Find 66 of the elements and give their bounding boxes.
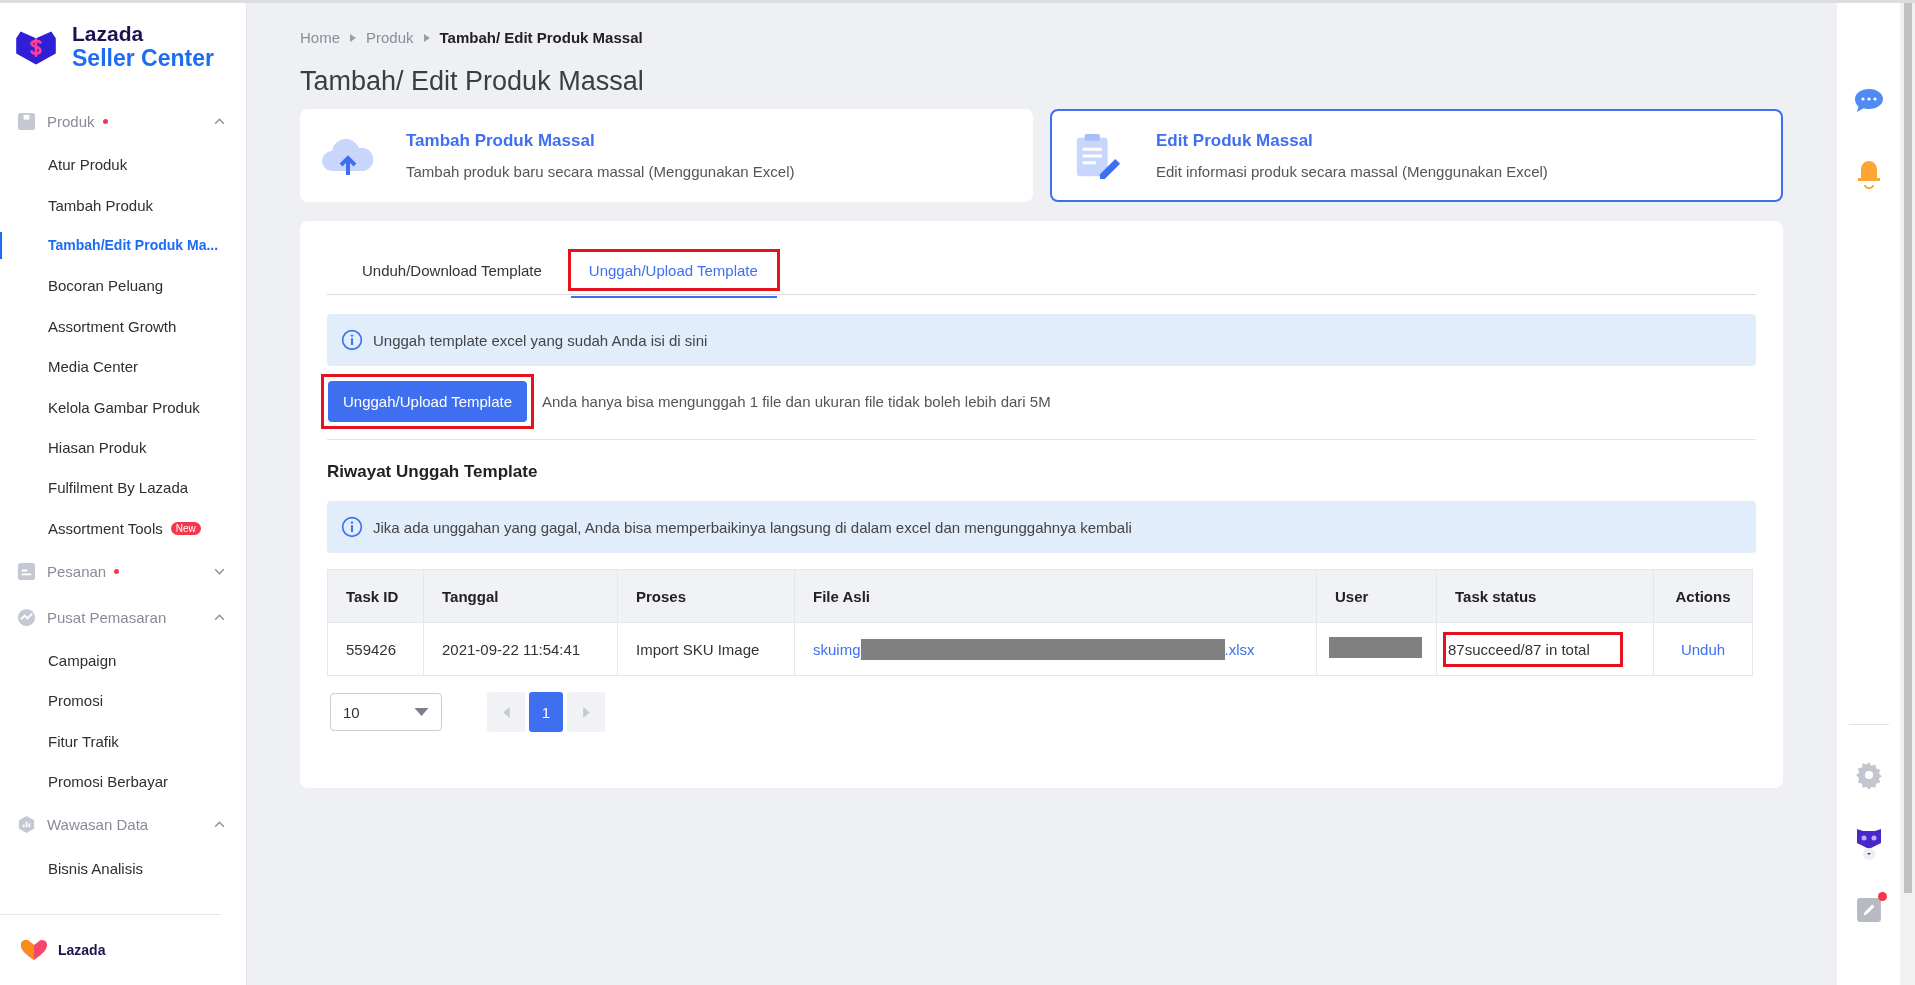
left-arrow-icon [502, 706, 510, 718]
nav-item[interactable]: Tambah Produk [0, 184, 246, 226]
option-card[interactable]: Edit Produk Massal Edit informasi produk secara massal (Menggunakan Excel) [1050, 109, 1783, 202]
section-title: Riwayat Unggah Template [327, 462, 539, 482]
column-header: Task status [1436, 569, 1654, 623]
table-cell: 2021-09-22 11:54:41 [423, 622, 618, 676]
file-link[interactable]: .xlsx [1224, 640, 1255, 658]
card-description: Tambah produk baru secara massal (Menggunakan Excel) [406, 163, 795, 180]
caret-icon [350, 33, 356, 42]
upload-hint: Anda hanya bisa mengunggah 1 file dan ukuran file tidak boleh lebih dari 5M [542, 393, 1051, 410]
nav-group[interactable]: Wawasan Data [0, 801, 246, 848]
column-header: User [1316, 569, 1437, 623]
page-button[interactable]: 1 [529, 692, 563, 732]
page-title: Tambah/ Edit Produk Massal [300, 66, 645, 97]
nav-item[interactable]: Tambah/Edit Produk Ma... [0, 225, 246, 266]
info-icon [341, 329, 363, 351]
nav-item[interactable]: Bisnis Analisis [0, 847, 246, 889]
tab[interactable]: Unggah/Upload Template [570, 252, 777, 298]
trend-icon [17, 607, 36, 627]
table-cell: Import SKU Image [617, 622, 795, 676]
tab[interactable]: Unduh/Download Template [344, 252, 561, 298]
nav-item[interactable]: Media Center [0, 346, 246, 387]
card-title: Edit Produk Massal [1156, 131, 1314, 151]
nav-item[interactable]: Campaign [0, 640, 246, 681]
upload-button[interactable]: Unggah/Upload Template [328, 381, 527, 422]
right-arrow-icon [582, 706, 590, 718]
nav-item[interactable]: Atur Produk [0, 144, 246, 185]
brand-subtitle: Seller Center [72, 45, 214, 71]
download-link[interactable]: Unduh [1680, 640, 1726, 658]
nav-item[interactable]: Fitur Trafik [0, 721, 246, 762]
footer-brand: Lazada [58, 942, 106, 958]
column-header: Tanggal [423, 569, 618, 623]
info-text: Jika ada unggahan yang gagal, Anda bisa memperbaikinya langsung di dalam excel dan mengunggahnya kembali [373, 518, 1132, 536]
page-size-select[interactable]: 10 [330, 693, 442, 731]
card-description: Edit informasi produk secara massal (Menggunakan Excel) [1156, 163, 1548, 180]
file-link[interactable]: skuimg [813, 640, 861, 658]
chat-icon[interactable] [1853, 87, 1884, 115]
chart-icon [17, 815, 36, 835]
caret-icon [423, 33, 430, 42]
option-card[interactable]: Tambah Produk Massal Tambah produk baru secara massal (Menggunakan Excel) [300, 109, 1033, 202]
nav-item[interactable]: Bocoran Peluang [0, 265, 246, 307]
nav-item[interactable]: Promosi Berbayar [0, 761, 246, 802]
info-icon [341, 516, 363, 538]
brand-name: Lazada [72, 23, 145, 46]
column-header: File Asli [794, 569, 1317, 623]
status-text: 87succeed/87 in total [1443, 631, 1623, 667]
card-title: Tambah Produk Massal [406, 131, 596, 151]
box-icon [17, 112, 36, 131]
heart-logo-icon [20, 939, 48, 961]
nav-item[interactable]: Kelola Gambar Produk [0, 386, 246, 428]
dropdown-arrow-icon [414, 708, 429, 716]
edit-note-icon[interactable] [1855, 897, 1882, 923]
column-header: Actions [1653, 569, 1753, 623]
nav-item[interactable]: Assortment Tools New [0, 508, 246, 549]
list-icon [17, 561, 36, 581]
breadcrumb-current: Tambah/ Edit Produk Massal [439, 29, 643, 46]
table-cell: 559426 [327, 622, 424, 676]
column-header: Proses [617, 569, 795, 623]
nav-item[interactable]: Fulfilment By Lazada [0, 467, 246, 508]
info-text: Unggah template excel yang sudah Anda isi di sini [373, 331, 708, 349]
column-header: Task ID [327, 569, 424, 623]
scrollbar-thumb[interactable] [1903, 3, 1912, 893]
nav-item[interactable]: Promosi [0, 680, 246, 722]
nav-item[interactable]: Hiasan Produk [0, 427, 246, 468]
nav-item[interactable]: Assortment Growth [0, 306, 246, 347]
bell-icon[interactable] [1855, 159, 1882, 189]
